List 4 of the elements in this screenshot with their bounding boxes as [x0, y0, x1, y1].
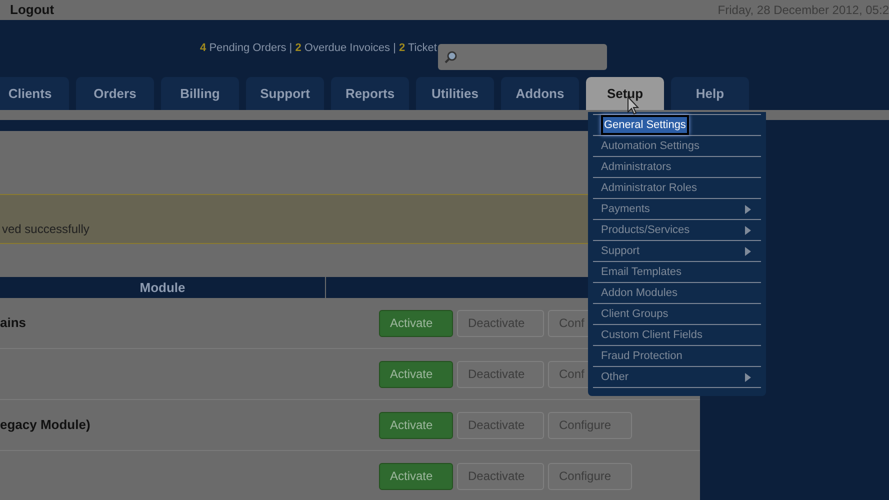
- module-name: egacy Module): [0, 416, 90, 434]
- module-name: ains: [0, 314, 26, 332]
- notice-text: 4 Pending Orders | 2 Overdue Invoices | 2 Ticket: [200, 41, 437, 56]
- table-header: Module: [0, 277, 325, 298]
